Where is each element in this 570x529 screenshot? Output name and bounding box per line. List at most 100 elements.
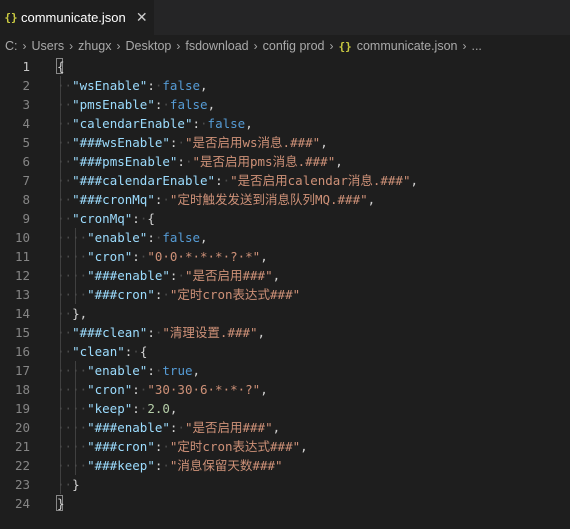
line-number: 20 xyxy=(14,420,30,435)
code-token: · xyxy=(200,116,208,131)
code-line[interactable]: 6 ··"###pmsEnable":·"是否启用pms消息.###", xyxy=(0,152,570,171)
breadcrumb-item-drive[interactable]: C: xyxy=(5,39,18,53)
code-text: ··"clean":·{ xyxy=(57,342,147,361)
tab-communicate-json[interactable]: {} communicate.json ✕ xyxy=(0,0,154,35)
code-token: ···· xyxy=(57,363,88,378)
line-number: 3 xyxy=(22,97,30,112)
code-token: · xyxy=(177,135,185,150)
code-token: "是否启用###" xyxy=(184,420,273,435)
code-token: ···· xyxy=(57,458,88,473)
code-token: : xyxy=(147,363,155,378)
code-line[interactable]: 8 ··"###cronMq":·"定时触发发送到消息队列MQ.###", xyxy=(0,190,570,209)
code-token: } xyxy=(57,496,65,511)
code-token: · xyxy=(177,268,185,283)
code-token: "wsEnable" xyxy=(72,78,148,93)
line-number: 18 xyxy=(14,382,30,397)
code-line[interactable]: 12 ····"###enable":·"是否启用###", xyxy=(0,266,570,285)
code-text: ··"pmsEnable":·false, xyxy=(57,95,215,114)
code-token: : xyxy=(147,78,155,93)
line-number: 6 xyxy=(22,154,30,169)
code-line[interactable]: 24} xyxy=(0,494,570,513)
line-number: 14 xyxy=(14,306,30,321)
code-text: ··"###cronMq":·"定时触发发送到消息队列MQ.###", xyxy=(57,190,375,209)
code-line[interactable]: 4 ··"calendarEnable":·false, xyxy=(0,114,570,133)
code-text: ··"###pmsEnable":·"是否启用pms消息.###", xyxy=(57,152,343,171)
code-token: : xyxy=(177,154,185,169)
code-line[interactable]: 11 ····"cron":·"0·0·*·*·*·?·*", xyxy=(0,247,570,266)
chevron-right-icon: › xyxy=(22,39,27,53)
code-text: ····"###keep":·"消息保留天数###" xyxy=(57,456,283,475)
close-icon[interactable]: ✕ xyxy=(135,9,149,26)
code-line[interactable]: 13 ····"###cron":·"定时cron表达式###" xyxy=(0,285,570,304)
code-token: true xyxy=(162,363,193,378)
code-token: , xyxy=(320,135,328,150)
code-line[interactable]: 18 ····"cron":·"30·30·6·*·*·?", xyxy=(0,380,570,399)
code-token: , xyxy=(200,230,208,245)
code-line[interactable]: 9 ··"cronMq":·{ xyxy=(0,209,570,228)
code-token: ·· xyxy=(57,78,73,93)
line-number: 24 xyxy=(14,496,30,511)
breadcrumb-item-users[interactable]: Users xyxy=(32,39,65,53)
line-number: 15 xyxy=(14,325,30,340)
code-token: , xyxy=(192,363,201,378)
code-line[interactable]: 22 ····"###keep":·"消息保留天数###" xyxy=(0,456,570,475)
code-line[interactable]: 7 ··"###calendarEnable":·"是否启用calendar消息.… xyxy=(0,171,570,190)
line-number: 10 xyxy=(14,230,30,245)
code-token: : xyxy=(132,249,140,264)
breadcrumb-item-file[interactable]: communicate.json xyxy=(357,39,458,53)
code-token: · xyxy=(162,458,170,473)
code-line[interactable]: 1{ xyxy=(0,57,570,76)
code-token: "###wsEnable" xyxy=(72,135,170,150)
breadcrumb-item-fsdownload[interactable]: fsdownload xyxy=(185,39,248,53)
breadcrumb-item-config-prod[interactable]: config prod xyxy=(263,39,325,53)
line-number: 11 xyxy=(14,249,30,264)
code-line[interactable]: 15 ··"###clean":·"清理设置.###", xyxy=(0,323,570,342)
code-text: ··"wsEnable":·false, xyxy=(57,76,208,95)
code-token: ···· xyxy=(57,249,88,264)
code-line[interactable]: 10 ····"enable":·false, xyxy=(0,228,570,247)
code-token: , xyxy=(200,78,208,93)
code-token: "###enable" xyxy=(87,268,170,283)
code-token: false xyxy=(162,78,201,93)
code-line[interactable]: 17 ····"enable":·true, xyxy=(0,361,570,380)
line-number: 1 xyxy=(22,59,30,74)
code-token: ·· xyxy=(57,344,73,359)
json-file-icon: {} xyxy=(338,39,352,53)
line-number: 21 xyxy=(14,439,30,454)
code-line[interactable]: 20 ····"###enable":·"是否启用###", xyxy=(0,418,570,437)
code-token: "###cronMq" xyxy=(72,192,155,207)
code-line[interactable]: 16 ··"clean":·{ xyxy=(0,342,570,361)
code-token: , xyxy=(169,401,178,416)
code-token: "30·30·6·*·*·?" xyxy=(147,382,261,397)
code-token: "是否启用calendar消息.###" xyxy=(230,173,411,188)
breadcrumb-item-desktop[interactable]: Desktop xyxy=(126,39,172,53)
tab-bar: {} communicate.json ✕ xyxy=(0,0,570,35)
code-line[interactable]: 14 ··}, xyxy=(0,304,570,323)
code-line[interactable]: 19 ····"keep":·2.0, xyxy=(0,399,570,418)
code-token: }, xyxy=(72,306,88,321)
code-token: "pmsEnable" xyxy=(72,97,155,112)
code-token: "是否启用###" xyxy=(184,268,273,283)
code-line[interactable]: 5 ··"###wsEnable":·"是否启用ws消息.###", xyxy=(0,133,570,152)
code-token: false xyxy=(207,116,246,131)
line-number: 23 xyxy=(14,477,30,492)
code-text: ····"cron":·"0·0·*·*·*·?·*", xyxy=(57,247,268,266)
tab-label: communicate.json xyxy=(21,10,126,25)
code-text: ····"enable":·true, xyxy=(57,361,200,380)
code-token: "###clean" xyxy=(72,325,148,340)
code-line[interactable]: 23 ··} xyxy=(0,475,570,494)
code-line[interactable]: 2 ··"wsEnable":·false, xyxy=(0,76,570,95)
code-token: · xyxy=(162,439,170,454)
breadcrumb-item-more[interactable]: ... xyxy=(471,39,481,53)
line-number: 13 xyxy=(14,287,30,302)
code-line[interactable]: 21 ····"###cron":·"定时cron表达式###", xyxy=(0,437,570,456)
line-number: 12 xyxy=(14,268,30,283)
code-token: ·· xyxy=(57,97,73,112)
code-editor[interactable]: 1{2 ··"wsEnable":·false, 3 ··"pmsEnable":·f… xyxy=(0,57,570,529)
code-token: } xyxy=(72,477,80,492)
code-token: "keep" xyxy=(87,401,133,416)
line-number: 4 xyxy=(22,116,30,131)
code-line[interactable]: 3 ··"pmsEnable":·false, xyxy=(0,95,570,114)
breadcrumb-item-zhugx[interactable]: zhugx xyxy=(78,39,111,53)
code-token: , xyxy=(257,325,266,340)
